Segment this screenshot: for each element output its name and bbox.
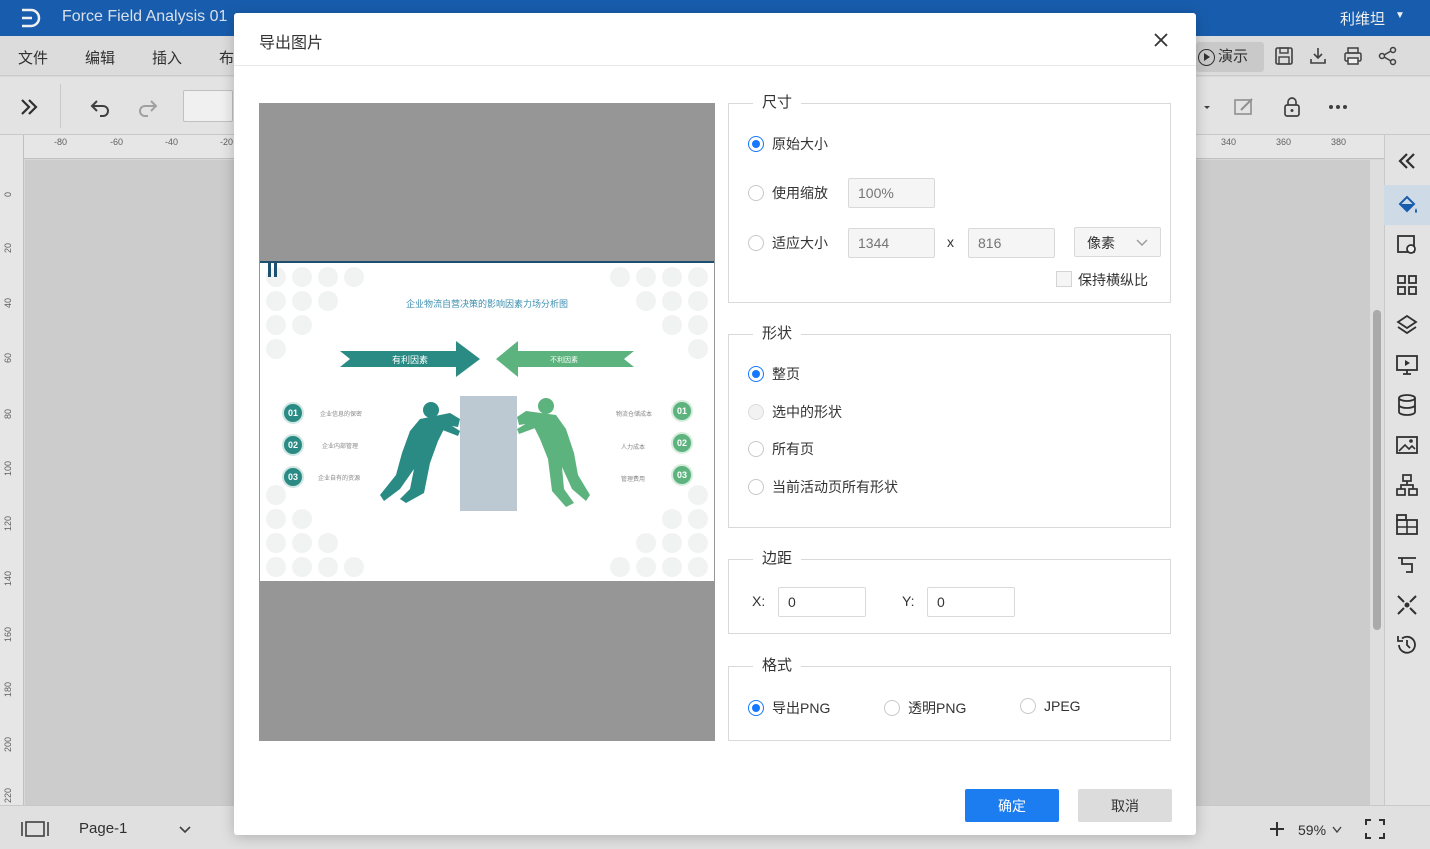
radio-label: JPEG <box>1044 698 1081 714</box>
center-block <box>460 396 517 511</box>
radio-button[interactable] <box>748 136 764 152</box>
export-image-dialog: 导出图片 企业物流自营决策的影响因素力场分析图 有利因素 不利因素 01 企业信… <box>234 13 1196 835</box>
times-label: x <box>947 234 954 250</box>
list-text: 管理费用 <box>621 475 645 483</box>
list-number: 03 <box>288 472 298 482</box>
list-number: 01 <box>677 406 687 416</box>
radio-button[interactable] <box>748 235 764 251</box>
favorable-arrow-label: 有利因素 <box>392 354 428 366</box>
radio-label: 透明PNG <box>908 700 967 716</box>
radio-png[interactable]: 导出PNG <box>748 698 830 718</box>
unfavorable-arrow-label: 不利因素 <box>550 355 578 364</box>
radio-button[interactable] <box>884 700 900 716</box>
keep-ratio-label: 保持横纵比 <box>1078 272 1148 288</box>
keep-ratio-checkbox[interactable] <box>1056 271 1072 287</box>
radio-button[interactable] <box>748 404 764 420</box>
preview-page: 企业物流自营决策的影响因素力场分析图 有利因素 不利因素 01 企业信息的保密 … <box>260 261 714 581</box>
radio-original-size[interactable]: 原始大小 <box>748 134 828 154</box>
favorable-list: 01 企业信息的保密 02 企业内部管理 03 企业自有的资源 <box>282 402 362 488</box>
radio-selected-shapes[interactable]: 选中的形状 <box>748 402 842 422</box>
radio-label: 当前活动页所有形状 <box>772 479 898 495</box>
list-number: 02 <box>288 440 298 450</box>
dialog-header: 导出图片 <box>234 13 1196 66</box>
list-text: 企业信息的保密 <box>320 410 362 418</box>
corner-mark <box>268 263 271 277</box>
radio-label: 导出PNG <box>772 700 831 716</box>
list-number: 02 <box>677 438 687 448</box>
size-section: 尺寸 原始大小 使用缩放 适应大小 x 像素 保持横纵比 <box>728 94 1171 303</box>
radio-all-pages[interactable]: 所有页 <box>748 439 814 459</box>
format-section: 格式 导出PNG 透明PNG JPEG <box>728 657 1171 741</box>
cancel-button[interactable]: 取消 <box>1078 789 1172 822</box>
list-number: 01 <box>288 408 298 418</box>
radio-label: 原始大小 <box>772 136 828 152</box>
radio-button[interactable] <box>748 441 764 457</box>
radio-label: 使用缩放 <box>772 185 828 201</box>
height-input[interactable] <box>968 228 1055 258</box>
margin-legend: 边距 <box>753 550 802 568</box>
radio-label: 选中的形状 <box>772 404 842 420</box>
radio-whole-page[interactable]: 整页 <box>748 364 800 384</box>
margin-y-input[interactable] <box>927 587 1015 617</box>
shape-section: 形状 整页 选中的形状 所有页 当前活动页所有形状 <box>728 325 1171 528</box>
margin-x-input[interactable] <box>778 587 866 617</box>
list-text: 人力成本 <box>621 443 645 451</box>
dialog-title: 导出图片 <box>259 35 324 52</box>
ok-button[interactable]: 确定 <box>965 789 1059 822</box>
unfavorable-list: 01 物流仓储成本 02 人力成本 03 管理费用 <box>616 400 693 486</box>
size-legend: 尺寸 <box>753 94 802 112</box>
radio-use-scale[interactable]: 使用缩放 <box>748 183 828 203</box>
margin-section: 边距 X: Y: <box>728 550 1171 634</box>
radio-jpeg[interactable]: JPEG <box>1020 698 1081 714</box>
scale-input[interactable] <box>848 178 935 208</box>
export-preview: 企业物流自营决策的影响因素力场分析图 有利因素 不利因素 01 企业信息的保密 … <box>259 103 715 741</box>
radio-label: 整页 <box>772 366 800 382</box>
left-pushing-figure <box>380 402 460 503</box>
width-input[interactable] <box>848 228 935 258</box>
radio-button[interactable] <box>748 700 764 716</box>
margin-y-label: Y: <box>902 593 915 609</box>
shape-legend: 形状 <box>753 325 802 343</box>
radio-transparent-png[interactable]: 透明PNG <box>884 698 966 718</box>
corner-mark <box>274 263 277 277</box>
chevron-down-icon <box>1136 239 1148 246</box>
unit-select-value: 像素 <box>1087 235 1115 251</box>
right-pushing-figure <box>517 398 590 507</box>
close-icon[interactable] <box>1152 31 1170 49</box>
radio-button[interactable] <box>748 479 764 495</box>
unit-select[interactable]: 像素 <box>1074 227 1161 257</box>
radio-button[interactable] <box>748 366 764 382</box>
list-text: 企业内部管理 <box>322 442 358 450</box>
list-number: 03 <box>677 470 687 480</box>
margin-x-label: X: <box>752 593 766 609</box>
format-legend: 格式 <box>753 657 802 675</box>
force-field-diagram: 企业物流自营决策的影响因素力场分析图 有利因素 不利因素 01 企业信息的保密 … <box>266 263 708 577</box>
radio-label: 所有页 <box>772 441 814 457</box>
radio-button[interactable] <box>1020 698 1036 714</box>
list-text: 企业自有的资源 <box>318 474 360 482</box>
radio-current-page-shapes[interactable]: 当前活动页所有形状 <box>748 477 898 497</box>
list-text: 物流仓储成本 <box>616 410 652 418</box>
radio-button[interactable] <box>748 185 764 201</box>
radio-label: 适应大小 <box>772 235 828 251</box>
diagram-title: 企业物流自营决策的影响因素力场分析图 <box>406 298 568 310</box>
radio-fit-size[interactable]: 适应大小 <box>748 233 828 253</box>
